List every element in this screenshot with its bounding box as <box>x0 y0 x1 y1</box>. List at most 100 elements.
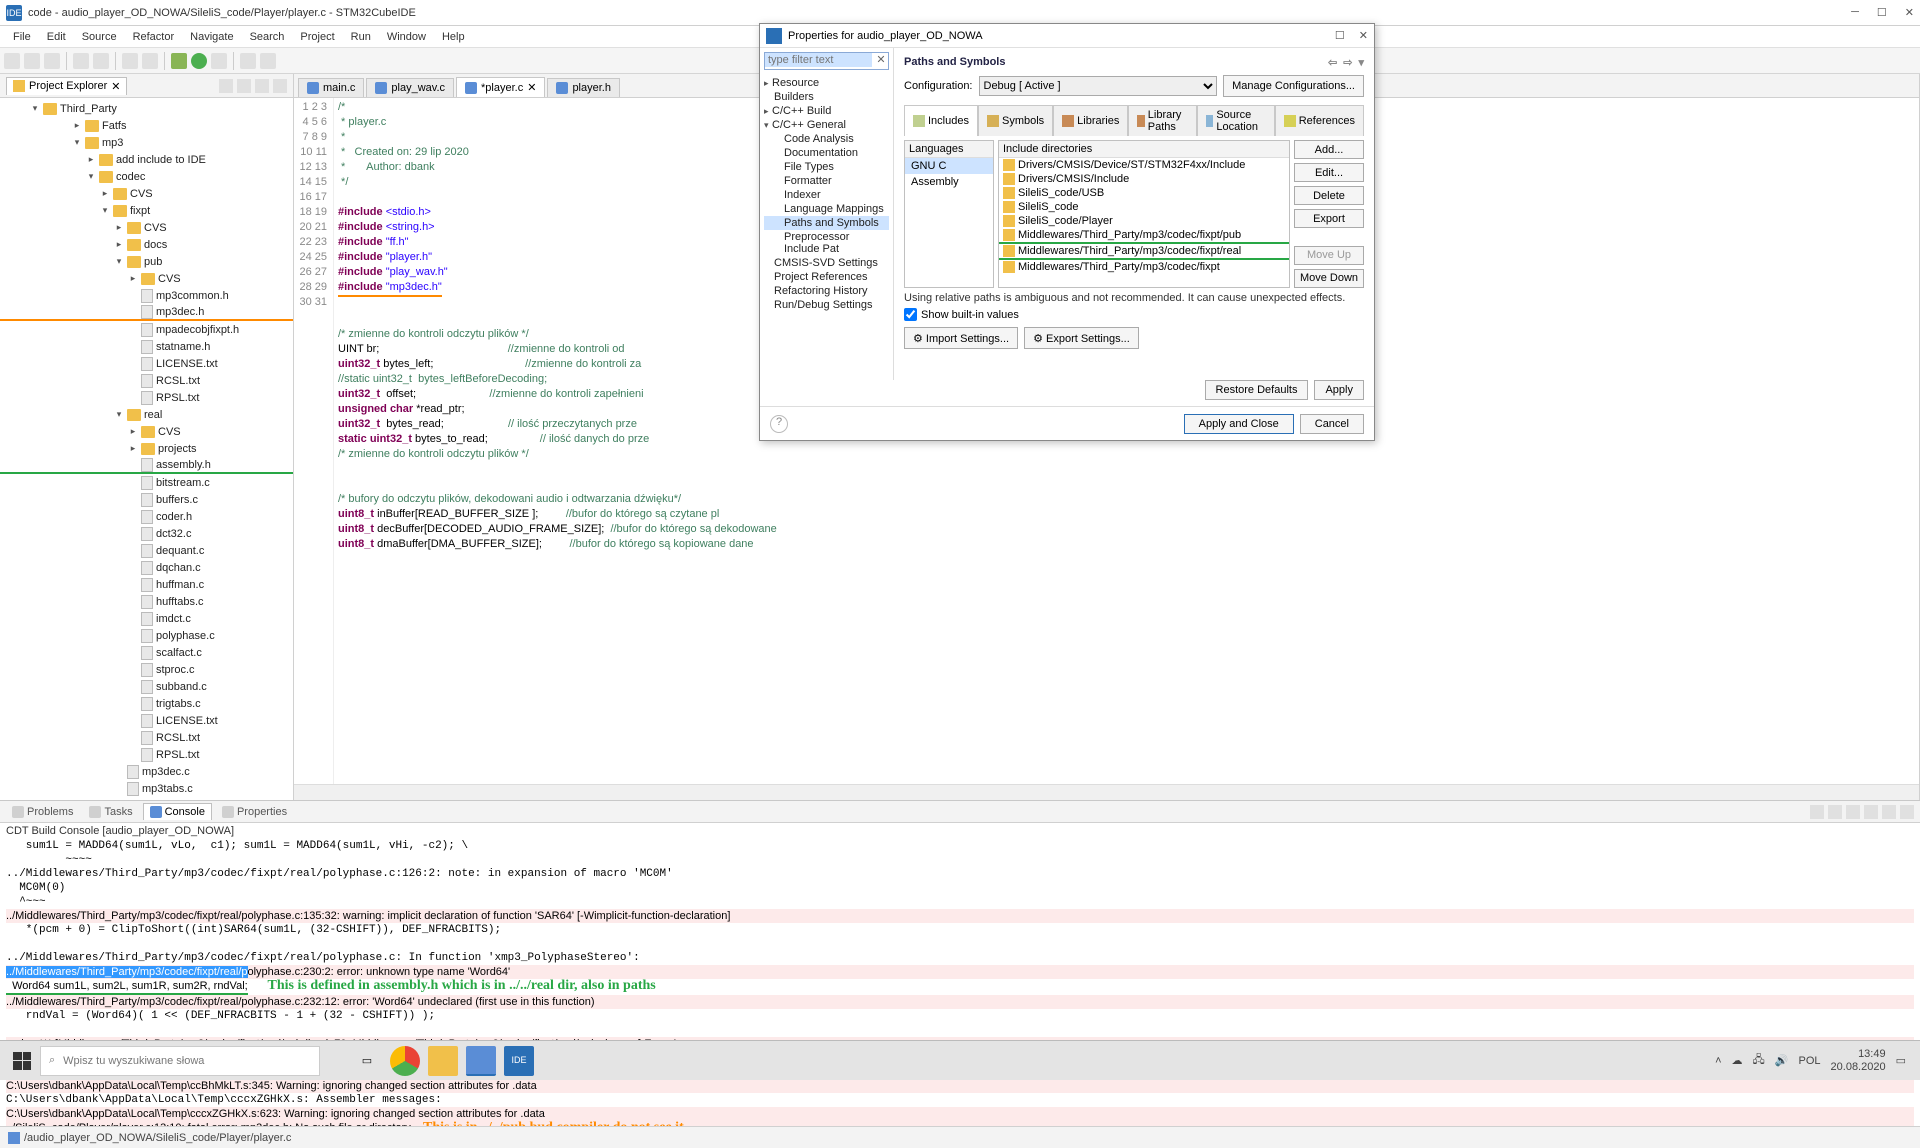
filter-input[interactable] <box>765 53 872 67</box>
tab-includes[interactable]: Includes <box>904 105 978 136</box>
tree-file[interactable]: dqchan.c <box>0 559 293 576</box>
edit-button[interactable]: Edit... <box>1294 163 1364 182</box>
tree-folder[interactable]: ▸CVS <box>0 270 293 287</box>
movedown-button[interactable]: Move Down <box>1294 269 1364 288</box>
tree-file[interactable]: trigtabs.c <box>0 695 293 712</box>
dropdown-icon[interactable]: ▾ <box>1358 56 1364 69</box>
filter-icon[interactable] <box>255 79 269 93</box>
tree-folder[interactable]: ▸add include to IDE <box>0 151 293 168</box>
editor-scrollbar[interactable] <box>294 784 1919 800</box>
manage-config-button[interactable]: Manage Configurations... <box>1223 75 1364 97</box>
tree-folder[interactable]: ▾Third_Party <box>0 100 293 117</box>
chrome-icon[interactable] <box>390 1046 420 1076</box>
tree-file[interactable]: subband.c <box>0 678 293 695</box>
tab-tasks[interactable]: Tasks <box>83 804 138 820</box>
include-dir-item[interactable]: SileliS_code/USB <box>999 186 1289 200</box>
clear-icon[interactable]: ✕ <box>874 53 888 66</box>
close-tab-icon[interactable]: ✕ <box>527 81 536 94</box>
dialog-maximize-button[interactable]: ☐ <box>1335 29 1345 42</box>
tab-libraries[interactable]: Libraries <box>1053 105 1128 136</box>
tree-file[interactable]: RPSL.txt <box>0 746 293 763</box>
editor-tab[interactable]: player.h <box>547 78 620 97</box>
tree-file[interactable]: dct32.c <box>0 525 293 542</box>
undo-icon[interactable] <box>122 53 138 69</box>
tree-file[interactable]: scalfact.c <box>0 644 293 661</box>
menu-icon[interactable] <box>273 79 287 93</box>
tree-file[interactable]: mp3dec.c <box>0 763 293 780</box>
menu-refactor[interactable]: Refactor <box>126 29 182 45</box>
menu-source[interactable]: Source <box>75 29 124 45</box>
include-dir-item[interactable]: SileliS_code/Player <box>999 214 1289 228</box>
menu-run[interactable]: Run <box>344 29 378 45</box>
moveup-button[interactable]: Move Up <box>1294 246 1364 265</box>
tree-folder[interactable]: ▾fixpt <box>0 202 293 219</box>
tree-file[interactable]: mp3tabs.c <box>0 780 293 797</box>
nav-builders[interactable]: Builders <box>764 90 889 104</box>
console-lock-icon[interactable] <box>1864 805 1878 819</box>
apply-close-button[interactable]: Apply and Close <box>1184 414 1294 434</box>
step-icon[interactable] <box>240 53 256 69</box>
console-clear-icon[interactable] <box>1846 805 1860 819</box>
tree-file[interactable]: RCSL.txt <box>0 729 293 746</box>
tree-file[interactable]: mp3dec.h <box>0 304 293 321</box>
tree-folder[interactable]: ▸docs <box>0 236 293 253</box>
new-icon[interactable] <box>4 53 20 69</box>
tab-references[interactable]: References <box>1275 105 1364 136</box>
tree-folder[interactable]: ▸projects <box>0 440 293 457</box>
menu-window[interactable]: Window <box>380 29 433 45</box>
tab-source-location[interactable]: Source Location <box>1197 105 1275 136</box>
tree-file[interactable]: LICENSE.txt <box>0 712 293 729</box>
tab-symbols[interactable]: Symbols <box>978 105 1053 136</box>
tree-folder[interactable]: ▸CVS <box>0 219 293 236</box>
tab-properties[interactable]: Properties <box>216 804 293 820</box>
hammer-icon[interactable] <box>93 53 109 69</box>
project-explorer-tab[interactable]: Project Explorer ✕ <box>6 77 127 95</box>
tree-folder[interactable]: ▸Fatfs <box>0 117 293 134</box>
console-pin-icon[interactable] <box>1828 805 1842 819</box>
tree-file[interactable]: coder.h <box>0 508 293 525</box>
tree-folder[interactable]: ▸CVS <box>0 423 293 440</box>
profile-icon[interactable] <box>211 53 227 69</box>
console-output[interactable]: sum1L = MADD64(sum1L, vLo, c1); sum1L = … <box>0 839 1920 1126</box>
tree-folder[interactable]: ▸CVS <box>0 185 293 202</box>
apply-button[interactable]: Apply <box>1314 380 1364 400</box>
nav-indexer[interactable]: Indexer <box>764 188 889 202</box>
cancel-button[interactable]: Cancel <box>1300 414 1364 434</box>
editor-tab[interactable]: play_wav.c <box>366 78 454 97</box>
config-select[interactable]: Debug [ Active ] <box>979 76 1218 96</box>
restore-defaults-button[interactable]: Restore Defaults <box>1205 380 1309 400</box>
console-terminal-icon[interactable] <box>1900 805 1914 819</box>
volume-icon[interactable]: 🔊 <box>1775 1054 1789 1067</box>
nav-ccpp-general[interactable]: ▾C/C++ General <box>764 118 889 132</box>
menu-edit[interactable]: Edit <box>40 29 73 45</box>
nav-run-debug[interactable]: Run/Debug Settings <box>764 298 889 312</box>
nav-refactoring[interactable]: Refactoring History <box>764 284 889 298</box>
back-icon[interactable]: ⇦ <box>1328 56 1337 69</box>
nav-cmsis-svd[interactable]: CMSIS-SVD Settings <box>764 256 889 270</box>
import-settings-button[interactable]: ⚙ Import Settings... <box>904 327 1018 349</box>
tree-file[interactable]: RCSL.txt <box>0 372 293 389</box>
resume-icon[interactable] <box>260 53 276 69</box>
languages-list[interactable]: Languages GNU C Assembly <box>904 140 994 288</box>
network-icon[interactable]: 🖧 <box>1753 1051 1765 1070</box>
tray-up-icon[interactable]: ˄ <box>1715 1055 1721 1067</box>
nav-paths-symbols[interactable]: Paths and Symbols <box>764 216 889 230</box>
maximize-button[interactable]: ☐ <box>1877 6 1887 19</box>
tree-file[interactable]: dequant.c <box>0 542 293 559</box>
export-button[interactable]: Export <box>1294 209 1364 228</box>
export-settings-button[interactable]: ⚙ Export Settings... <box>1024 327 1139 349</box>
save-all-icon[interactable] <box>44 53 60 69</box>
dialog-close-button[interactable]: ✕ <box>1359 29 1368 42</box>
nav-formatter[interactable]: Formatter <box>764 174 889 188</box>
filter-field[interactable]: ✕ <box>764 52 889 70</box>
console-wrap-icon[interactable] <box>1882 805 1896 819</box>
menu-file[interactable]: File <box>6 29 38 45</box>
tree-folder[interactable]: ▾pub <box>0 253 293 270</box>
lang-assembly[interactable]: Assembly <box>905 174 993 190</box>
menu-navigate[interactable]: Navigate <box>183 29 240 45</box>
tree-file[interactable]: imdct.c <box>0 610 293 627</box>
app-icon-1[interactable] <box>466 1046 496 1076</box>
project-tree[interactable]: ▾Third_Party ▸Fatfs▾mp3▸add include to I… <box>0 98 293 800</box>
tree-file[interactable]: huffman.c <box>0 576 293 593</box>
editor-tab[interactable]: main.c <box>298 78 364 97</box>
